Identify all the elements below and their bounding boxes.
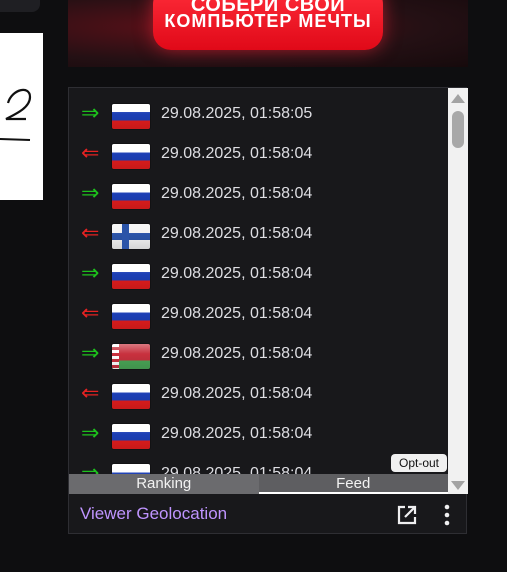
- finland-flag-icon: [112, 224, 150, 249]
- scroll-thumb[interactable]: [452, 111, 464, 148]
- arrow-right-icon: ⇒: [81, 181, 100, 206]
- feed-timestamp: 29.08.2025, 01:58:05: [161, 105, 313, 122]
- opt-out-button[interactable]: Opt-out: [391, 454, 448, 472]
- feed-scrollbar[interactable]: [448, 88, 468, 494]
- arrow-right-icon: ⇒: [81, 421, 100, 446]
- feed-row: ⇐ 29.08.2025, 01:58:04: [69, 374, 448, 414]
- feed-timestamp: 29.08.2025, 01:58:04: [161, 225, 313, 242]
- feed-row: ⇒ 29.08.2025, 01:58:04: [69, 174, 448, 214]
- panel-footer: Viewer Geolocation: [69, 494, 466, 533]
- russia-flag-icon: [112, 264, 150, 289]
- external-link-icon[interactable]: [396, 504, 418, 526]
- feed-row: ⇒ 29.08.2025, 01:58:05: [69, 94, 448, 134]
- more-vertical-icon[interactable]: [438, 504, 456, 526]
- arrow-left-icon: ⇐: [81, 381, 100, 406]
- feed-timestamp: 29.08.2025, 01:58:04: [161, 305, 313, 322]
- russia-flag-icon: [112, 304, 150, 329]
- scroll-up-arrow-icon[interactable]: [451, 94, 465, 103]
- feed-timestamp: 29.08.2025, 01:58:04: [161, 465, 313, 474]
- top-left-button-edge[interactable]: [0, 0, 40, 12]
- russia-flag-icon: [112, 104, 150, 129]
- sketch-drawing: [0, 88, 32, 141]
- russia-flag-icon: [112, 384, 150, 409]
- feed-timestamp: 29.08.2025, 01:58:04: [161, 385, 313, 402]
- feed-timestamp: 29.08.2025, 01:58:04: [161, 265, 313, 282]
- tab-ranking[interactable]: Ranking: [69, 474, 259, 494]
- feed-timestamp: 29.08.2025, 01:58:04: [161, 185, 313, 202]
- feed-timestamp: 29.08.2025, 01:58:04: [161, 345, 313, 362]
- feed-row: ⇐ 29.08.2025, 01:58:04: [69, 214, 448, 254]
- viewer-geolocation-panel: ⇒ 29.08.2025, 01:58:05 ⇐ 29.08.2025, 01:58:…: [68, 87, 468, 534]
- panel-title: Viewer Geolocation: [80, 504, 228, 523]
- arrow-left-icon: ⇐: [81, 301, 100, 326]
- feed-row: ⇒ 29.08.2025, 01:58:04: [69, 414, 448, 454]
- russia-flag-icon: [112, 184, 150, 209]
- feed-row: ⇐ 29.08.2025, 01:58:04: [69, 134, 448, 174]
- arrow-left-icon: ⇐: [81, 141, 100, 166]
- russia-flag-icon: [112, 464, 150, 474]
- belarus-flag-icon: [112, 344, 150, 369]
- feed-row: ⇒ 29.08.2025, 01:58:04: [69, 334, 448, 374]
- arrow-right-icon: ⇒: [81, 101, 100, 126]
- arrow-right-icon: ⇒: [81, 461, 100, 474]
- feed-timestamp: 29.08.2025, 01:58:04: [161, 145, 313, 162]
- promo-banner[interactable]: СОБЕРИ СВОЙ КОМПЬЮТЕР МЕЧТЫ: [68, 0, 468, 67]
- arrow-left-icon: ⇐: [81, 221, 100, 246]
- feed-row: ⇒ 29.08.2025, 01:58:04: [69, 254, 448, 294]
- feed-row: ⇐ 29.08.2025, 01:58:04: [69, 294, 448, 334]
- feed-timestamp: 29.08.2025, 01:58:04: [161, 425, 313, 442]
- arrow-right-icon: ⇒: [81, 261, 100, 286]
- tab-feed[interactable]: Feed: [258, 474, 448, 494]
- russia-flag-icon: [112, 424, 150, 449]
- russia-flag-icon: [112, 144, 150, 169]
- feed-list: ⇒ 29.08.2025, 01:58:05 ⇐ 29.08.2025, 01:58:…: [69, 88, 448, 474]
- arrow-right-icon: ⇒: [81, 341, 100, 366]
- panel-tabs: Ranking Feed: [69, 474, 448, 494]
- sketch-image: [0, 33, 43, 200]
- banner-line-2: КОМПЬЮТЕР МЕЧТЫ: [164, 11, 372, 31]
- scroll-down-arrow-icon[interactable]: [451, 481, 465, 490]
